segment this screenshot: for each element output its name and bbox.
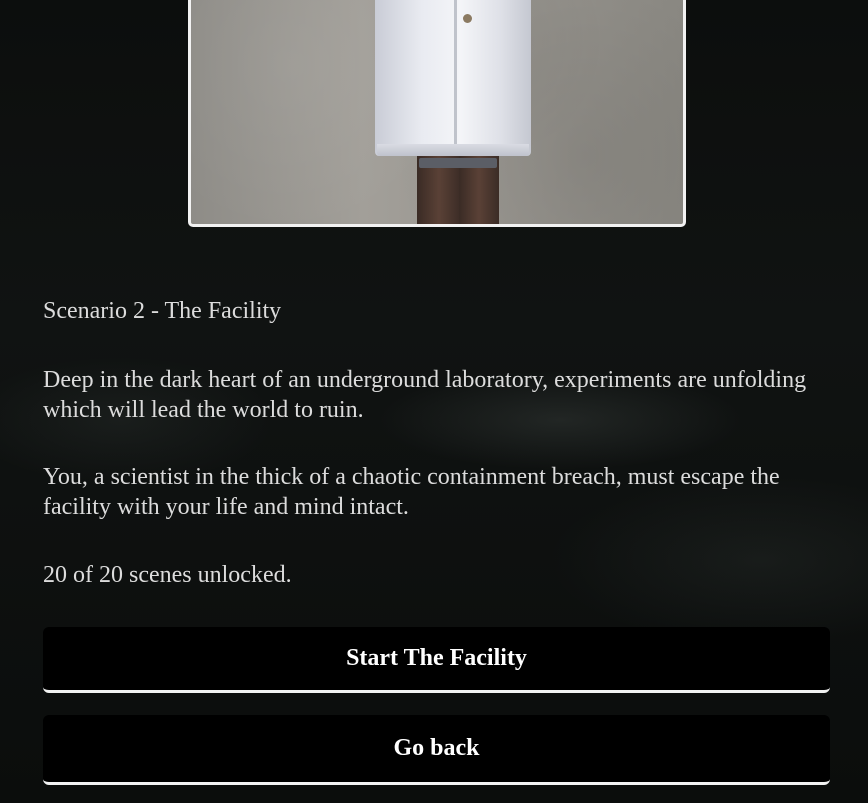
go-back-button[interactable]: Go back <box>43 715 830 785</box>
sock <box>419 158 497 168</box>
scenario-screen: Scenario 2 - The Facility Deep in the da… <box>0 0 868 803</box>
scenes-unlocked-text: 20 of 20 scenes unlocked. <box>43 562 292 588</box>
lab-coat <box>375 0 531 156</box>
scenario-image <box>188 0 686 227</box>
lab-coat-hem <box>377 144 529 156</box>
coat-button <box>463 14 472 23</box>
start-scenario-button[interactable]: Start The Facility <box>43 627 830 693</box>
lab-coat-fold <box>454 0 457 154</box>
scenario-description-1: Deep in the dark heart of an underground… <box>43 367 807 423</box>
scenario-description-2: You, a scientist in the thick of a chaot… <box>43 464 780 520</box>
scenario-title: Scenario 2 - The Facility <box>43 298 282 324</box>
